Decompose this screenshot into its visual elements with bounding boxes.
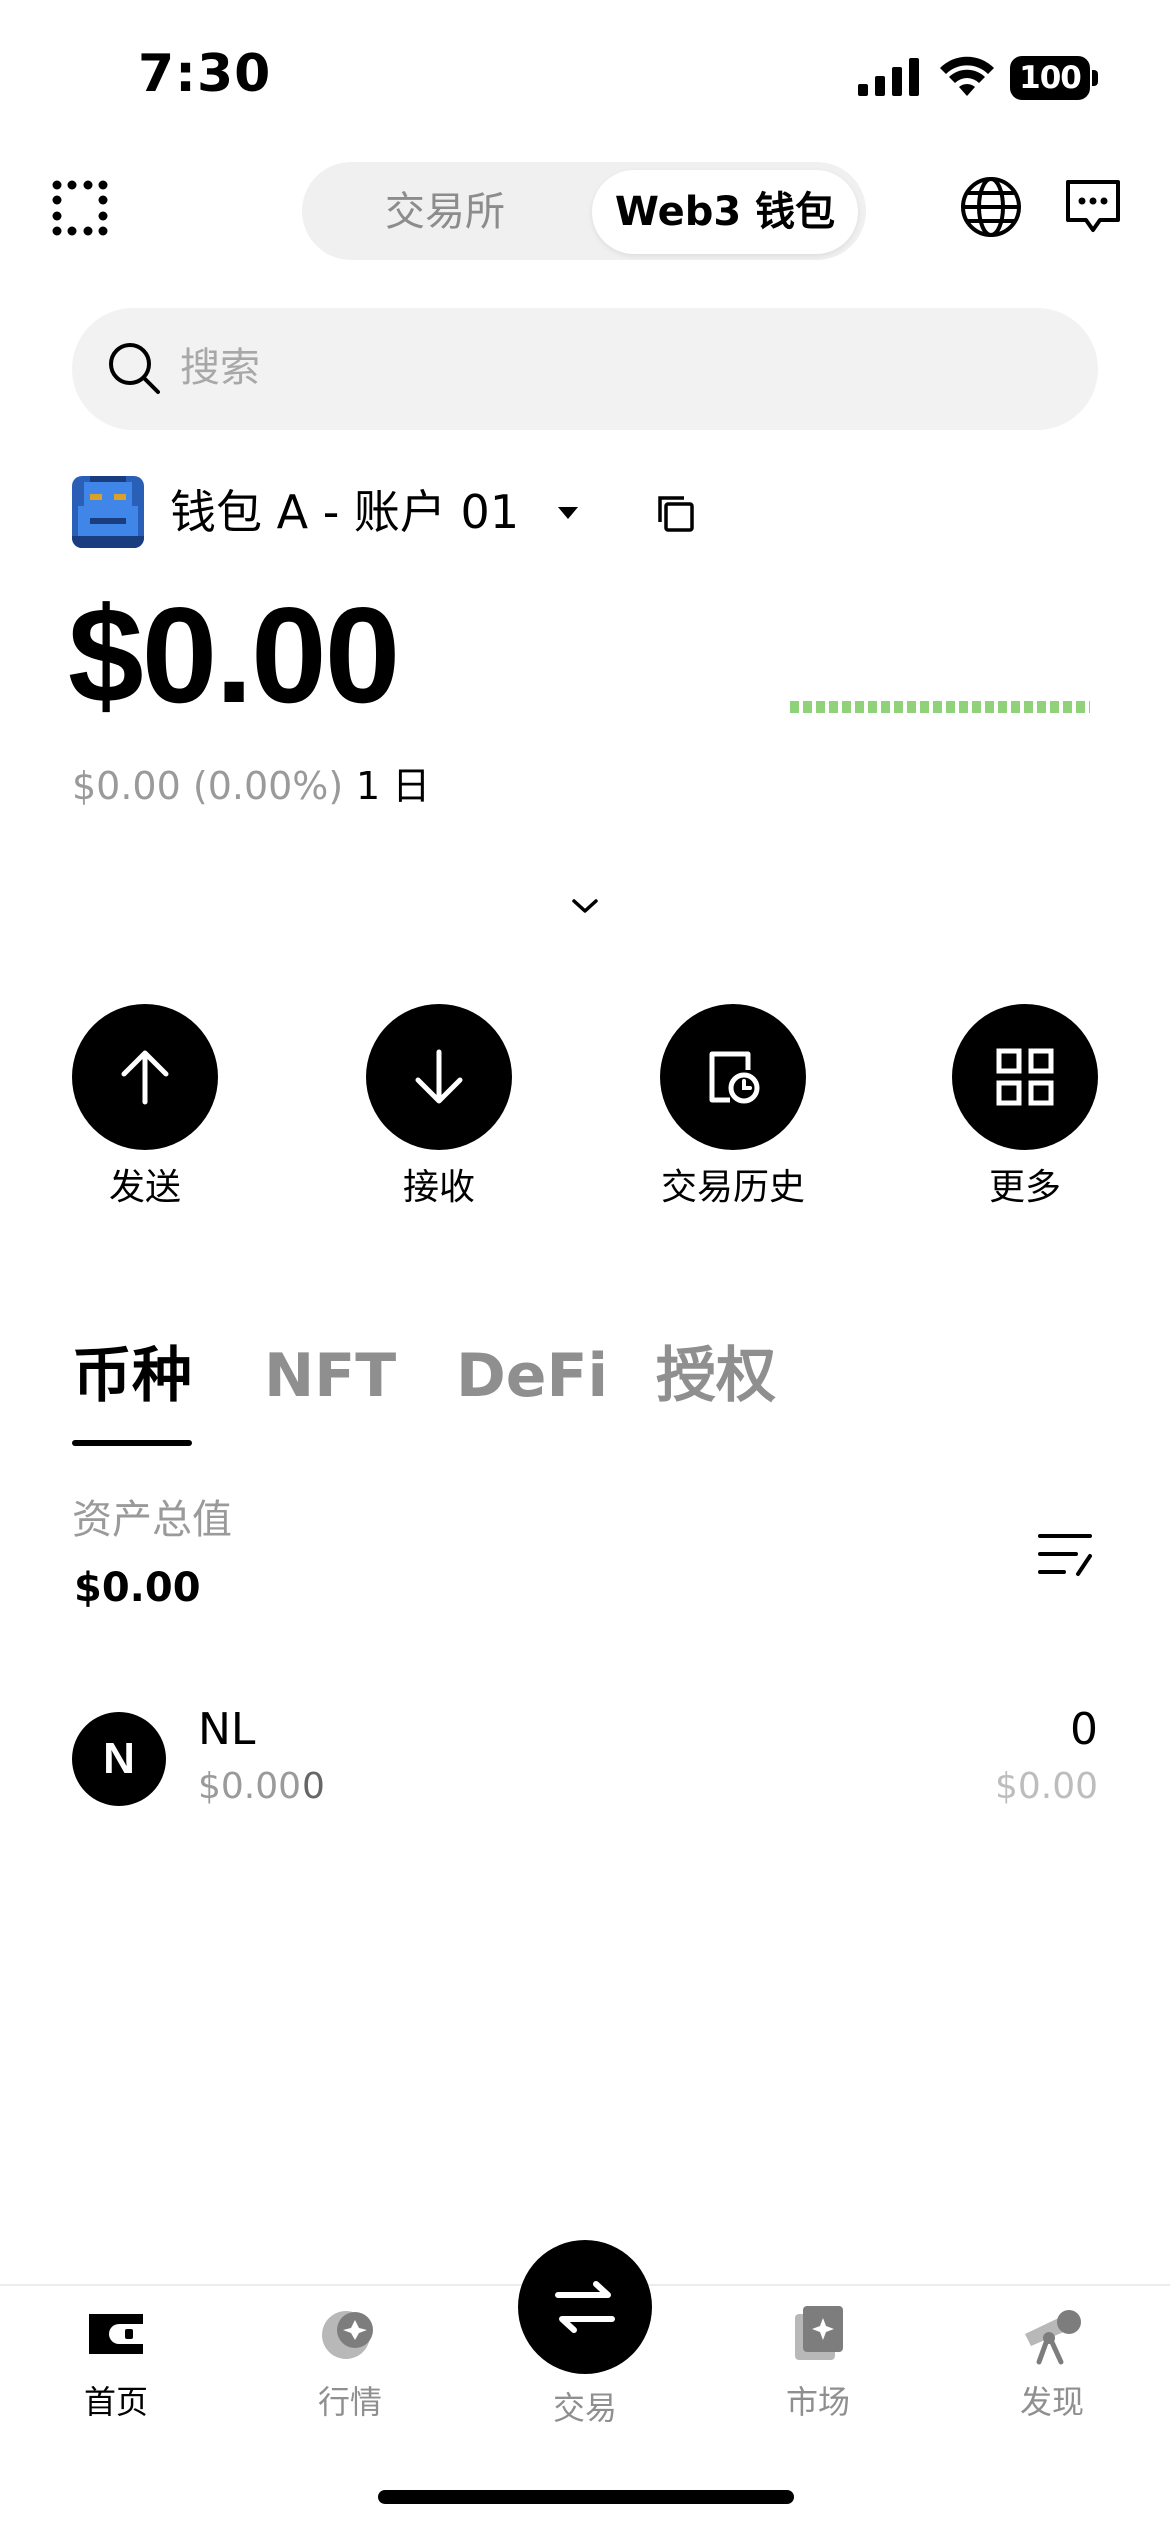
receive-button[interactable]: 接收 bbox=[366, 1004, 512, 1208]
token-value: $0.00 bbox=[994, 1766, 1098, 1807]
nav-home-label: 首页 bbox=[83, 2383, 148, 2421]
total-assets-value: $0.00 bbox=[74, 1565, 201, 1611]
receive-label: 接收 bbox=[402, 1167, 476, 1208]
caret-down-icon[interactable] bbox=[554, 498, 582, 526]
copy-icon[interactable] bbox=[656, 494, 696, 534]
home-indicator bbox=[378, 2490, 794, 2504]
active-tab-indicator bbox=[72, 1440, 192, 1446]
balance-sparkline bbox=[790, 701, 1090, 713]
status-time: 7:30 bbox=[138, 44, 272, 104]
nav-home[interactable]: 首页 bbox=[16, 2300, 216, 2424]
swap-icon bbox=[555, 2281, 615, 2333]
tab-defi[interactable]: DeFi bbox=[456, 1330, 608, 1422]
total-assets-label: 资产总值 bbox=[72, 1497, 232, 1543]
tab-approvals[interactable]: 授权 bbox=[656, 1330, 776, 1422]
token-name[interactable]: NL bbox=[198, 1700, 255, 1760]
nav-discover[interactable]: 发现 bbox=[952, 2300, 1152, 2424]
grid-icon bbox=[996, 1048, 1054, 1106]
nav-marketplace-label: 市场 bbox=[785, 2383, 850, 2421]
battery-icon: 100 bbox=[1010, 56, 1098, 100]
token-quantity: 0 bbox=[1070, 1704, 1098, 1755]
globe-icon[interactable] bbox=[960, 176, 1022, 238]
cellular-signal-icon bbox=[858, 58, 919, 96]
tab-web3-wallet[interactable]: Web3 钱包 bbox=[592, 170, 858, 254]
tab-exchange[interactable]: 交易所 bbox=[340, 172, 550, 252]
nft-market-icon bbox=[795, 2306, 843, 2360]
search-icon bbox=[109, 343, 160, 394]
arrow-down-icon bbox=[415, 1049, 463, 1104]
more-label: 更多 bbox=[988, 1167, 1062, 1208]
token-logo: N bbox=[72, 1712, 166, 1806]
wallet-account-name[interactable]: 钱包 A - 账户 01 bbox=[170, 480, 519, 544]
more-button[interactable]: 更多 bbox=[952, 1004, 1098, 1208]
change-period[interactable]: 1 日 bbox=[356, 758, 430, 814]
arrow-up-icon bbox=[121, 1050, 169, 1105]
history-icon bbox=[709, 1051, 760, 1104]
wallet-icon bbox=[89, 2314, 143, 2354]
battery-level: 100 bbox=[1010, 56, 1090, 100]
tab-nft[interactable]: NFT bbox=[264, 1330, 396, 1422]
nav-markets-label: 行情 bbox=[317, 2383, 382, 2421]
sort-filter-icon[interactable] bbox=[1036, 1530, 1094, 1582]
history-button[interactable]: 交易历史 bbox=[660, 1004, 806, 1208]
search-placeholder: 搜索 bbox=[180, 345, 260, 391]
history-label: 交易历史 bbox=[660, 1167, 806, 1208]
tab-tokens[interactable]: 币种 bbox=[72, 1330, 192, 1422]
message-icon[interactable] bbox=[1064, 178, 1122, 236]
trade-button[interactable] bbox=[518, 2240, 652, 2374]
apps-menu-icon[interactable] bbox=[52, 180, 108, 236]
token-price-change: 0 bbox=[302, 1766, 325, 1807]
wallet-avatar[interactable] bbox=[72, 476, 144, 548]
send-label: 发送 bbox=[108, 1167, 182, 1208]
wifi-icon bbox=[940, 56, 994, 96]
nav-trade-label[interactable]: 交易 bbox=[485, 2386, 685, 2430]
total-balance: $0.00 bbox=[68, 579, 400, 731]
send-button[interactable]: 发送 bbox=[72, 1004, 218, 1208]
chevron-down-icon[interactable] bbox=[568, 894, 602, 918]
telescope-icon bbox=[1025, 2310, 1081, 2365]
nav-discover-label: 发现 bbox=[1019, 2383, 1084, 2421]
balance-change: $0.00 (0.00%) bbox=[72, 764, 344, 808]
nav-markets[interactable]: 行情 bbox=[250, 2300, 450, 2424]
token-price: $0.00 bbox=[198, 1766, 302, 1807]
market-icon bbox=[322, 2311, 373, 2359]
nav-marketplace[interactable]: 市场 bbox=[718, 2300, 918, 2424]
